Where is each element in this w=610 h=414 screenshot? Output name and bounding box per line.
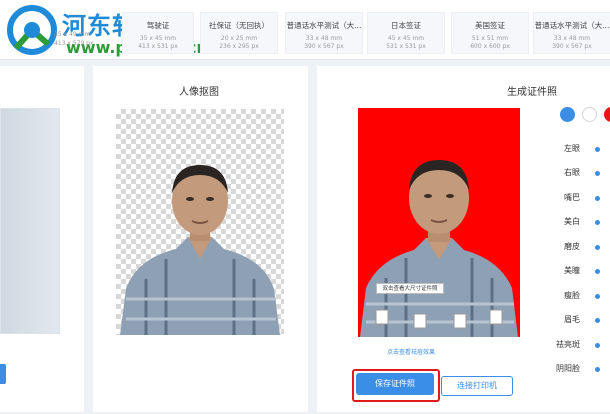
effect-link[interactable]: 点击查看祛痘效果 [387,347,435,356]
spec-item-partial[interactable]: 35 x 49 mm 413 x 579 px [54,30,94,48]
slider-handle[interactable] [595,220,600,225]
bg-color-white[interactable] [582,107,597,122]
adjust-left-eye[interactable]: 左眼 [547,143,610,157]
cutout-preview [116,109,284,335]
original-photo [0,108,60,334]
spec-item[interactable]: 美国签证 51 x 51 mm 600 x 600 px [451,12,529,54]
spec-item[interactable]: 日本签证 45 x 45 mm 531 x 531 px [367,12,445,54]
portrait-image [120,165,280,335]
spec-strip: 河东软件园 www.pc0359.cn 35 x 49 mm 413 x 579… [0,0,610,60]
bg-color-blue[interactable] [560,107,575,122]
connect-printer-button[interactable]: 连接打印机 [441,376,513,396]
original-photo-panel [0,66,84,412]
adjust-mouth[interactable]: 嘴巴 [547,192,610,206]
adjust-pupil[interactable]: 美瞳 [547,265,610,279]
adjust-shine-removal[interactable]: 祛亮斑 [547,339,610,353]
spec-item[interactable]: 普通话水平测试（大... 33 x 48 mm 390 x 567 px [533,12,610,54]
slider-handle[interactable] [595,196,600,201]
adjust-eyebrow[interactable]: 眉毛 [547,314,610,328]
slider-handle[interactable] [595,147,600,152]
result-panel: 生成证件照 双击查看大尺寸证件照 点击查看祛痘效果 保存证件照 连接打印机 左眼… [317,66,610,412]
bg-color-red[interactable] [604,107,610,122]
spec-item[interactable]: 普通话水平测试（大... 33 x 48 mm 390 x 567 px [285,12,363,54]
cutout-panel-title: 人像抠图 [179,87,219,98]
adjust-right-eye[interactable]: 右眼 [547,167,610,181]
slider-handle[interactable] [595,245,600,250]
spec-item[interactable]: 驾驶证 35 x 45 mm 413 x 531 px [122,12,194,54]
upload-button[interactable] [0,364,6,384]
enlarge-tip[interactable]: 双击查看大尺寸证件照 [376,283,444,294]
id-photo-preview[interactable]: 双击查看大尺寸证件照 [358,108,520,337]
adjust-smoothing[interactable]: 磨皮 [547,241,610,255]
portrait-image [360,160,518,337]
slider-handle[interactable] [595,318,600,323]
slider-handle[interactable] [595,171,600,176]
cutout-panel: 人像抠图 [93,66,308,412]
slider-handle[interactable] [595,294,600,299]
adjust-whitening[interactable]: 美白 [547,216,610,230]
slider-handle[interactable] [595,367,600,372]
save-photo-button[interactable]: 保存证件照 [356,373,434,395]
slider-handle[interactable] [595,269,600,274]
slider-handle[interactable] [595,343,600,348]
adjust-face-slim[interactable]: 瘦脸 [547,290,610,304]
adjust-face-shadow[interactable]: 阴阳脸 [547,363,610,377]
result-panel-title: 生成证件照 [507,87,557,98]
spec-item[interactable]: 社保证（无回执） 20 x 25 mm 236 x 295 px [200,12,278,54]
